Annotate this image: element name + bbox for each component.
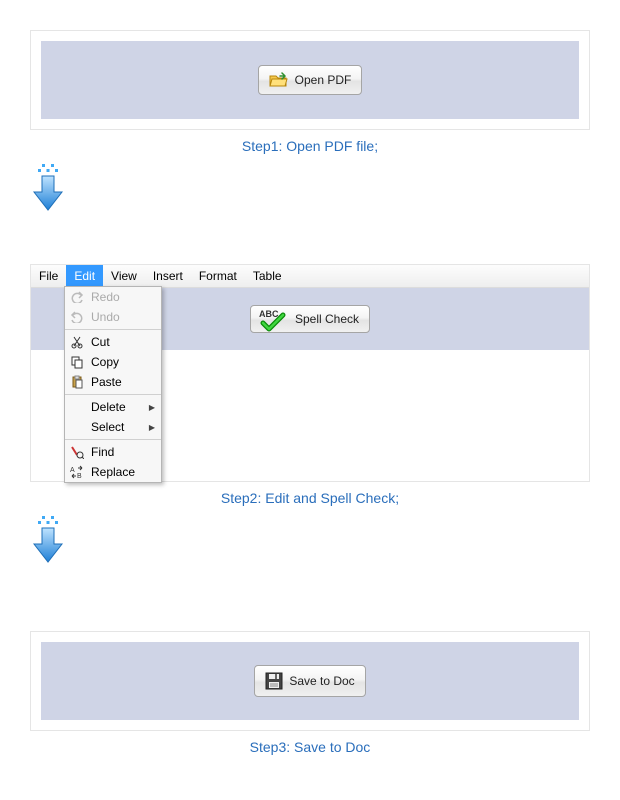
save-to-doc-label: Save to Doc <box>289 674 354 688</box>
floppy-save-icon <box>265 672 283 690</box>
svg-text:ABC: ABC <box>259 309 279 319</box>
edit-dropdown: Redo Undo Cut Copy Paste <box>64 286 162 483</box>
submenu-arrow-icon: ▶ <box>149 423 155 432</box>
spell-check-icon: ABC <box>259 308 291 332</box>
menu-format[interactable]: Format <box>191 265 245 287</box>
svg-text:A: A <box>70 467 75 474</box>
open-pdf-label: Open PDF <box>295 73 352 87</box>
menu-paste[interactable]: Paste <box>65 372 161 392</box>
menu-insert[interactable]: Insert <box>145 265 191 287</box>
open-pdf-button[interactable]: Open PDF <box>258 65 363 95</box>
find-icon <box>69 445 85 459</box>
save-to-doc-button[interactable]: Save to Doc <box>254 665 365 697</box>
down-arrow-icon <box>30 164 590 214</box>
undo-icon <box>69 311 85 323</box>
step3-panel: Save to Doc <box>30 631 590 731</box>
step3-caption: Step3: Save to Doc <box>30 739 590 755</box>
menu-select[interactable]: Select ▶ <box>65 417 161 437</box>
redo-icon <box>69 291 85 303</box>
menu-redo[interactable]: Redo <box>65 287 161 307</box>
menu-find[interactable]: Find <box>65 442 161 462</box>
menu-delete[interactable]: Delete ▶ <box>65 397 161 417</box>
svg-text:B: B <box>77 473 82 479</box>
menu-view[interactable]: View <box>103 265 145 287</box>
spell-check-label: Spell Check <box>295 312 359 326</box>
menu-copy[interactable]: Copy <box>65 352 161 372</box>
cut-icon <box>69 335 85 349</box>
menu-edit[interactable]: Edit <box>66 265 103 287</box>
step1-panel: Open PDF <box>30 30 590 130</box>
menu-replace[interactable]: AB Replace <box>65 462 161 482</box>
step2-caption: Step2: Edit and Spell Check; <box>30 490 590 506</box>
step2-panel: File Edit View Insert Format Table ABC S… <box>30 264 590 482</box>
menu-file[interactable]: File <box>31 265 66 287</box>
menu-table[interactable]: Table <box>245 265 290 287</box>
step3-toolbar: Save to Doc <box>41 642 579 720</box>
spell-check-button[interactable]: ABC Spell Check <box>250 305 370 333</box>
down-arrow-icon <box>30 516 590 566</box>
menubar: File Edit View Insert Format Table <box>31 265 589 288</box>
step1-caption: Step1: Open PDF file; <box>30 138 590 154</box>
step1-toolbar: Open PDF <box>41 41 579 119</box>
copy-icon <box>69 355 85 369</box>
replace-icon: AB <box>69 465 85 479</box>
submenu-arrow-icon: ▶ <box>149 403 155 412</box>
menu-undo[interactable]: Undo <box>65 307 161 327</box>
paste-icon <box>69 375 85 389</box>
menu-cut[interactable]: Cut <box>65 332 161 352</box>
folder-open-icon <box>269 72 289 88</box>
